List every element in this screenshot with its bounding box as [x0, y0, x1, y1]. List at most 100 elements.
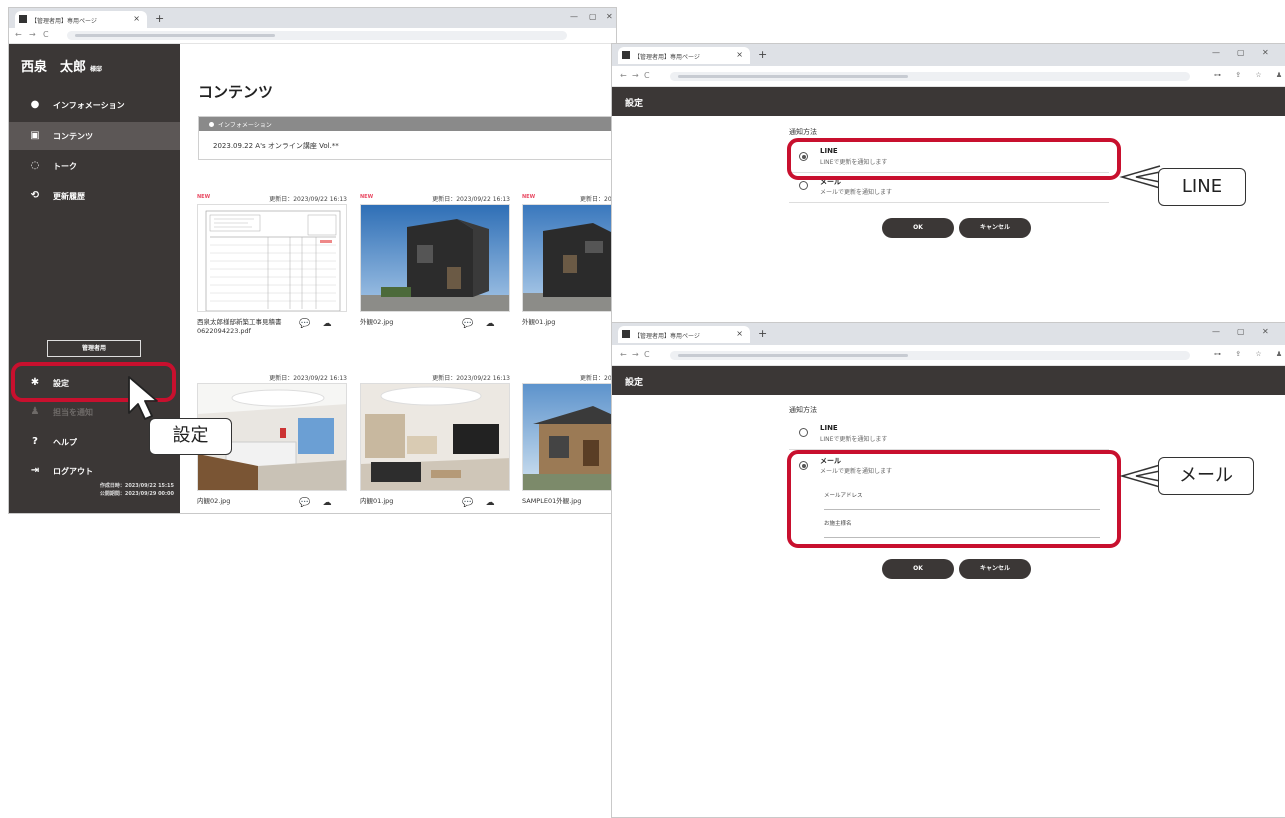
address-bar: ← → C ⊶ ⇪ ☆ ♟ ⋮ — [612, 345, 1285, 366]
mail-highlight — [787, 450, 1121, 548]
close-window-button[interactable]: ✕ — [606, 12, 613, 21]
updated-date: 更新日：2023/09/22 16:13 — [269, 196, 347, 203]
url-field[interactable] — [670, 351, 1190, 360]
mail-radio[interactable] — [799, 181, 808, 190]
blurred-url — [678, 354, 908, 357]
reload-icon[interactable]: C — [644, 350, 650, 359]
comment-icon[interactable]: 💬 — [462, 497, 474, 509]
cloud-download-icon[interactable]: ☁ — [321, 318, 333, 330]
admin-button[interactable]: 管理者用 — [47, 340, 141, 357]
main-content: コンテンツ インフォメーション 2023.09.22 A's オンライン講座 V… — [180, 44, 616, 513]
updated-date: 更新日：20 — [580, 196, 612, 203]
maximize-button[interactable]: ▢ — [589, 12, 597, 21]
minimize-button[interactable]: — — [1212, 48, 1220, 57]
date-info: 作成日時：2023/09/22 15:15 公開期間：2023/09/29 00… — [100, 482, 174, 498]
tab-close-icon[interactable]: × — [736, 329, 743, 338]
updated-date: 更新日：2023/09/22 16:13 — [432, 375, 510, 382]
back-icon[interactable]: ← — [15, 30, 22, 39]
minimize-button[interactable]: — — [570, 12, 578, 21]
close-window-button[interactable]: ✕ — [1262, 327, 1269, 336]
information-header: インフォメーション — [199, 117, 616, 131]
tab-close-icon[interactable]: × — [133, 14, 140, 23]
content-card[interactable]: NEW 更新日：2023/09/22 16:13 西泉太郎様邸新築工事見積書06… — [197, 194, 347, 370]
sidebar-item-information[interactable]: ● インフォメーション — [9, 91, 180, 119]
browser-tools[interactable]: ⊶ ⇪ ☆ ♟ ⋮ — [1214, 71, 1285, 79]
tab-title: 【管理者用】専用ページ — [634, 333, 700, 340]
sidebar-item-logout[interactable]: ⇥ ログアウト — [9, 457, 180, 485]
forward-icon[interactable]: → — [632, 71, 639, 80]
history-icon: ⟲ — [30, 190, 40, 201]
mail-option-desc: メールで更新を通知します — [820, 189, 893, 196]
new-badge: NEW — [197, 194, 211, 200]
tab-title: 【管理者用】専用ページ — [31, 18, 97, 25]
maximize-button[interactable]: ▢ — [1237, 48, 1245, 57]
content-card[interactable]: 更新日：2023/09/22 16:13 内観01.jpg 💬 ☁ — [360, 373, 510, 513]
callout-line: LINE — [1158, 168, 1246, 206]
created-date: 作成日時：2023/09/22 15:15 — [99, 483, 174, 489]
ok-button[interactable]: OK — [882, 218, 954, 238]
tab-title: 【管理者用】専用ページ — [634, 54, 700, 61]
info-icon: ● — [30, 99, 40, 110]
updated-date: 更新日：20 — [580, 375, 612, 382]
image-thumbnail[interactable] — [360, 204, 510, 312]
tab-close-icon[interactable]: × — [736, 50, 743, 59]
cloud-download-icon[interactable]: ☁ — [484, 497, 496, 509]
forward-icon[interactable]: → — [632, 350, 639, 359]
content-card[interactable]: 更新日：20 SAMPLE01外観.jpg — [522, 373, 616, 513]
address-bar: ← → C ⊶ ⇪ ☆ ♟ ⋮ — [612, 66, 1285, 87]
image-thumbnail[interactable] — [360, 383, 510, 491]
browser-tab[interactable]: 【管理者用】専用ページ × — [15, 11, 147, 28]
image-thumbnail[interactable] — [522, 204, 616, 312]
new-tab-button[interactable]: + — [758, 48, 767, 61]
new-tab-button[interactable]: + — [758, 327, 767, 340]
document-preview — [205, 210, 341, 311]
url-field[interactable] — [67, 31, 567, 40]
bullet-icon — [209, 122, 214, 127]
comment-icon[interactable]: 💬 — [462, 318, 474, 330]
cancel-button[interactable]: キャンセル — [959, 559, 1031, 579]
blurred-url — [75, 34, 275, 37]
user-name-text: 西泉 太郎 — [21, 60, 87, 75]
reload-icon[interactable]: C — [43, 30, 49, 39]
forward-icon[interactable]: → — [29, 30, 36, 39]
updated-date: 更新日：2023/09/22 16:13 — [269, 375, 347, 382]
file-name: 西泉太郎様邸新築工事見積書0622094223.pdf — [197, 318, 282, 335]
cancel-button[interactable]: キャンセル — [959, 218, 1031, 238]
comment-icon[interactable]: 💬 — [299, 497, 311, 509]
information-item[interactable]: 2023.09.22 A's オンライン講座 Vol.** — [199, 131, 616, 151]
tab-bar: 【管理者用】専用ページ × + — ▢ ✕ — [9, 8, 616, 28]
minimize-button[interactable]: — — [1212, 327, 1220, 336]
sidebar-item-talk[interactable]: ◌ トーク — [9, 152, 180, 180]
content-card[interactable]: NEW 更新日：20 外観01.jpg — [522, 194, 616, 370]
pdf-thumbnail[interactable] — [197, 204, 347, 312]
cloud-download-icon[interactable]: ☁ — [321, 497, 333, 509]
callout-arrow-icon — [1119, 165, 1161, 189]
comment-icon[interactable]: 💬 — [299, 318, 311, 330]
content-card[interactable]: NEW 更新日：2023/09/22 16:13 外観02.jpg 💬 ☁ — [360, 194, 510, 370]
reload-icon[interactable]: C — [644, 71, 650, 80]
sidebar-item-contents[interactable]: ▣ コンテンツ — [9, 122, 180, 150]
settings-header: 設定 — [612, 366, 1285, 395]
back-icon[interactable]: ← — [620, 350, 627, 359]
browser-tab[interactable]: 【管理者用】専用ページ × — [618, 326, 750, 343]
url-field[interactable] — [670, 72, 1190, 81]
browser-tab[interactable]: 【管理者用】専用ページ × — [618, 47, 750, 64]
close-window-button[interactable]: ✕ — [1262, 48, 1269, 57]
sidebar-item-label: ヘルプ — [53, 438, 77, 447]
user-suffix: 様邸 — [90, 66, 103, 73]
back-icon[interactable]: ← — [620, 71, 627, 80]
cloud-download-icon[interactable]: ☁ — [484, 318, 496, 330]
ok-button[interactable]: OK — [882, 559, 954, 579]
sidebar-item-history[interactable]: ⟲ 更新履歴 — [9, 182, 180, 210]
file-name: 内観01.jpg — [360, 497, 394, 505]
person-icon: ♟ — [30, 406, 40, 417]
information-panel: インフォメーション 2023.09.22 A's オンライン講座 Vol.** — [198, 116, 616, 160]
browser-tools[interactable]: ⊶ ⇪ ☆ ♟ ⋮ — [1214, 350, 1285, 358]
interior-living-image — [361, 384, 509, 490]
image-thumbnail[interactable] — [522, 383, 616, 491]
maximize-button[interactable]: ▢ — [1237, 327, 1245, 336]
line-option-desc: LINEで更新を通知します — [820, 436, 888, 443]
line-radio[interactable] — [799, 428, 808, 437]
file-name: 内観02.jpg — [197, 497, 231, 505]
new-tab-button[interactable]: + — [155, 12, 164, 25]
